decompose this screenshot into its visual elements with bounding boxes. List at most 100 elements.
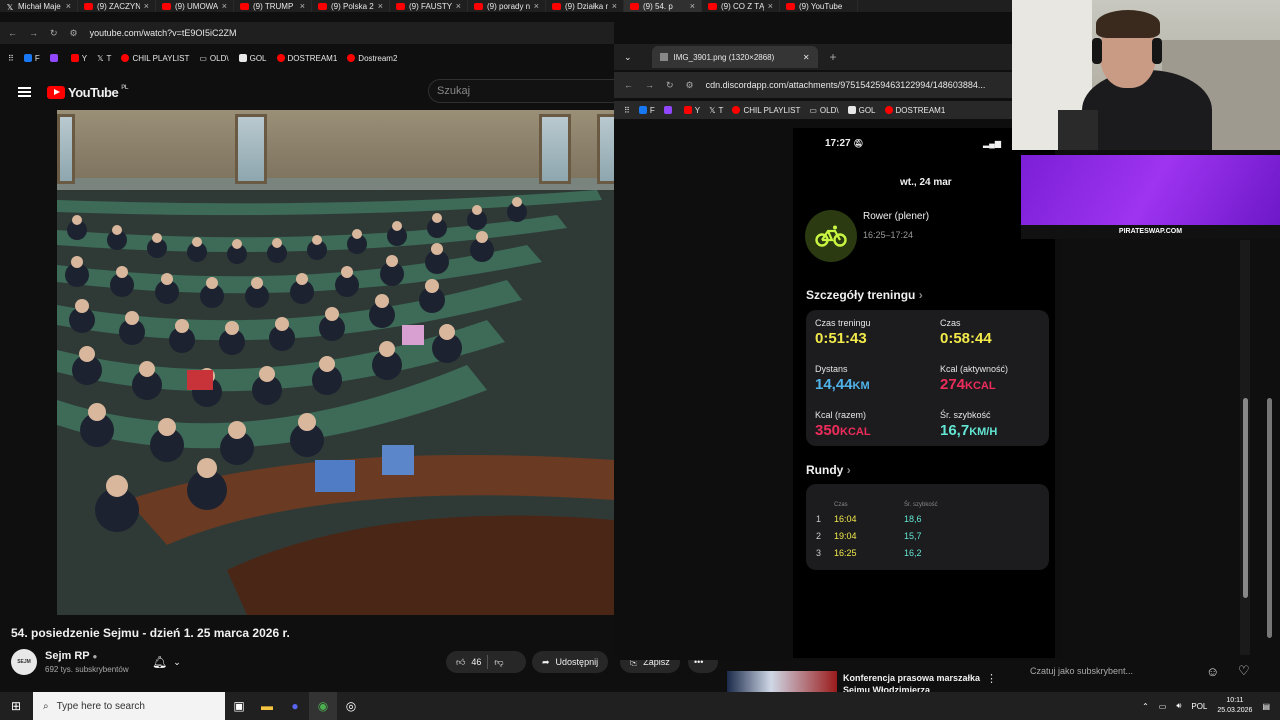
bookmark-item[interactable]: F <box>23 54 40 63</box>
tray-expand-icon[interactable]: ⌃ <box>1142 702 1149 711</box>
page-scrollbar-thumb[interactable] <box>1267 398 1272 638</box>
bookmark-item[interactable] <box>663 106 675 114</box>
discord-icon[interactable]: ● <box>281 692 309 720</box>
reload-icon[interactable]: ↻ <box>666 80 674 91</box>
close-icon[interactable]: ✕ <box>803 53 810 62</box>
recommended-title[interactable]: Konferencja prasowa marszałka Sejmu Włod… <box>843 672 983 692</box>
chrome-icon[interactable]: ◉ <box>309 692 337 720</box>
taskbar-search[interactable]: ⌕ Type here to search <box>33 692 225 720</box>
reload-icon[interactable]: ↻ <box>50 28 58 39</box>
clock[interactable]: 10:11 25.03.2026 <box>1217 696 1252 716</box>
apps-icon[interactable]: ⠿ <box>624 106 630 115</box>
channel-avatar[interactable]: SEJM <box>11 649 37 675</box>
bookmark-item[interactable]: DOSTREAM1 <box>884 106 945 115</box>
metric-number: 0:58:44 <box>940 330 992 347</box>
site-info-icon[interactable]: ⚙ <box>70 28 78 39</box>
recommended-thumbnail[interactable] <box>727 671 837 693</box>
close-icon[interactable]: × <box>300 1 305 11</box>
time-text: 17:27 <box>825 138 851 149</box>
twitch-icon <box>663 106 672 114</box>
tab-10[interactable]: (9) YouTube <box>780 0 858 12</box>
menu-icon[interactable] <box>18 87 31 97</box>
close-icon[interactable]: × <box>612 1 617 11</box>
right-bookmarks-bar: ⠿ F Y 𝕏T CHIL PLAYLIST ▭ OLD\ GOL DOSTREA… <box>614 101 1012 119</box>
volume-icon[interactable]: 🔊︎ <box>1176 701 1181 711</box>
kebab-menu-icon[interactable]: ⋮ <box>986 672 997 685</box>
close-icon[interactable]: × <box>456 1 461 11</box>
url-text[interactable]: youtube.com/watch?v=tE9OI5iC2ZM <box>90 28 237 38</box>
site-info-icon[interactable]: ⚙ <box>686 80 694 91</box>
new-tab-icon[interactable]: + <box>830 50 837 64</box>
back-icon[interactable]: ← <box>8 28 17 38</box>
close-icon[interactable]: × <box>222 1 227 11</box>
x-icon: 𝕏 <box>97 53 104 63</box>
metric-value: 274KCAL <box>940 376 996 393</box>
metric-unit: KCAL <box>965 380 996 392</box>
bookmark-item[interactable]: CHIL PLAYLIST <box>121 54 189 63</box>
bookmark-item[interactable]: 𝕏T <box>709 106 723 115</box>
task-view-icon[interactable]: ▣ <box>225 692 253 720</box>
tab-9[interactable]: (9) CO Z TĄ × <box>702 0 780 12</box>
facebook-icon <box>23 54 32 62</box>
tab-0[interactable]: 𝕏 Michał Maje × <box>0 0 78 12</box>
youtube-logo[interactable]: YouTube PL <box>47 85 128 100</box>
close-icon[interactable]: × <box>144 1 149 11</box>
back-icon[interactable]: ← <box>624 80 633 90</box>
bookmark-item[interactable]: Y <box>683 106 700 115</box>
bookmark-item[interactable]: GOL <box>238 54 267 63</box>
search-input[interactable]: Szukaj <box>428 79 614 103</box>
forward-icon[interactable]: → <box>29 28 38 38</box>
video-player[interactable] <box>57 110 614 615</box>
tab-7[interactable]: (9) Działka n × <box>546 0 624 12</box>
close-icon[interactable]: × <box>66 1 71 11</box>
tab-1[interactable]: (9) ZACZYNA × <box>78 0 156 12</box>
laps-link[interactable]: Rundy › <box>806 463 851 477</box>
windows-start-icon[interactable]: ⊞ <box>2 692 30 720</box>
tab-3[interactable]: (9) TRUMP B × <box>234 0 312 12</box>
apps-icon[interactable]: ⠿ <box>8 54 14 63</box>
url-text[interactable]: cdn.discordapp.com/attachments/975154259… <box>706 80 986 90</box>
bookmark-item[interactable] <box>49 54 61 62</box>
bookmark-item[interactable]: DOSTREAM1 <box>276 54 337 63</box>
language-indicator[interactable]: POL <box>1191 702 1207 711</box>
tab-label: (9) Działka n <box>565 1 608 11</box>
tab-8[interactable]: (9) 54. p × <box>624 0 702 12</box>
notification-bell-button[interactable]: 🔔︎ ⌄ <box>152 651 198 673</box>
bookmark-folder[interactable]: ▭ OLD\ <box>199 54 228 63</box>
close-icon[interactable]: × <box>534 1 539 11</box>
youtube-icon <box>347 54 356 62</box>
notification-icon[interactable]: ▤ <box>1262 702 1270 711</box>
forward-icon[interactable]: → <box>645 80 654 90</box>
close-icon[interactable]: × <box>378 1 383 11</box>
bookmark-item[interactable]: GOL <box>847 106 876 115</box>
tab-5[interactable]: (9) FAUSTYN × <box>390 0 468 12</box>
dislike-button[interactable]: 👎︎ <box>494 657 503 668</box>
chat-scrollbar-thumb[interactable] <box>1243 398 1248 598</box>
channel-name[interactable]: Sejm RP ● <box>45 650 97 662</box>
bookmark-item[interactable]: Y <box>70 54 87 63</box>
heart-icon[interactable]: ♡ <box>1238 663 1250 679</box>
close-icon[interactable]: × <box>768 1 773 11</box>
tab-4[interactable]: (9) Polska 20 × <box>312 0 390 12</box>
close-icon[interactable]: × <box>690 1 695 11</box>
share-button[interactable]: ➦ Udostępnij <box>532 651 609 673</box>
bookmark-folder[interactable]: ▭ OLD\ <box>809 106 838 115</box>
search-icon: ⌕ <box>43 700 49 712</box>
tab-search-icon[interactable]: ⌄ <box>624 52 632 63</box>
tab-6[interactable]: (9) porady n × <box>468 0 546 12</box>
bookmark-item[interactable]: 𝕏T <box>97 54 111 63</box>
bookmark-item[interactable]: F <box>638 106 655 115</box>
metric-label: Kcal (aktywność) <box>940 364 1009 374</box>
bookmark-label: OLD\ <box>209 53 229 63</box>
tab-2[interactable]: (9) UMOWA × <box>156 0 234 12</box>
chat-input[interactable]: Czatuj jako subskrybent... <box>1022 660 1202 682</box>
workout-details-link[interactable]: Szczegóły treningu › <box>806 288 923 302</box>
obs-icon[interactable]: ◎ <box>337 692 365 720</box>
image-tab[interactable]: IMG_3901.png (1320×2868) ✕ <box>651 46 818 68</box>
emoji-icon[interactable]: ☺ <box>1206 664 1219 679</box>
bookmark-item[interactable]: CHIL PLAYLIST <box>732 106 800 115</box>
network-icon[interactable]: ▭ <box>1159 702 1167 711</box>
bookmark-item[interactable]: Dostream2 <box>347 54 397 63</box>
file-explorer-icon[interactable]: ▬ <box>253 692 281 720</box>
like-button[interactable]: 👍︎ 46 <box>456 657 481 668</box>
